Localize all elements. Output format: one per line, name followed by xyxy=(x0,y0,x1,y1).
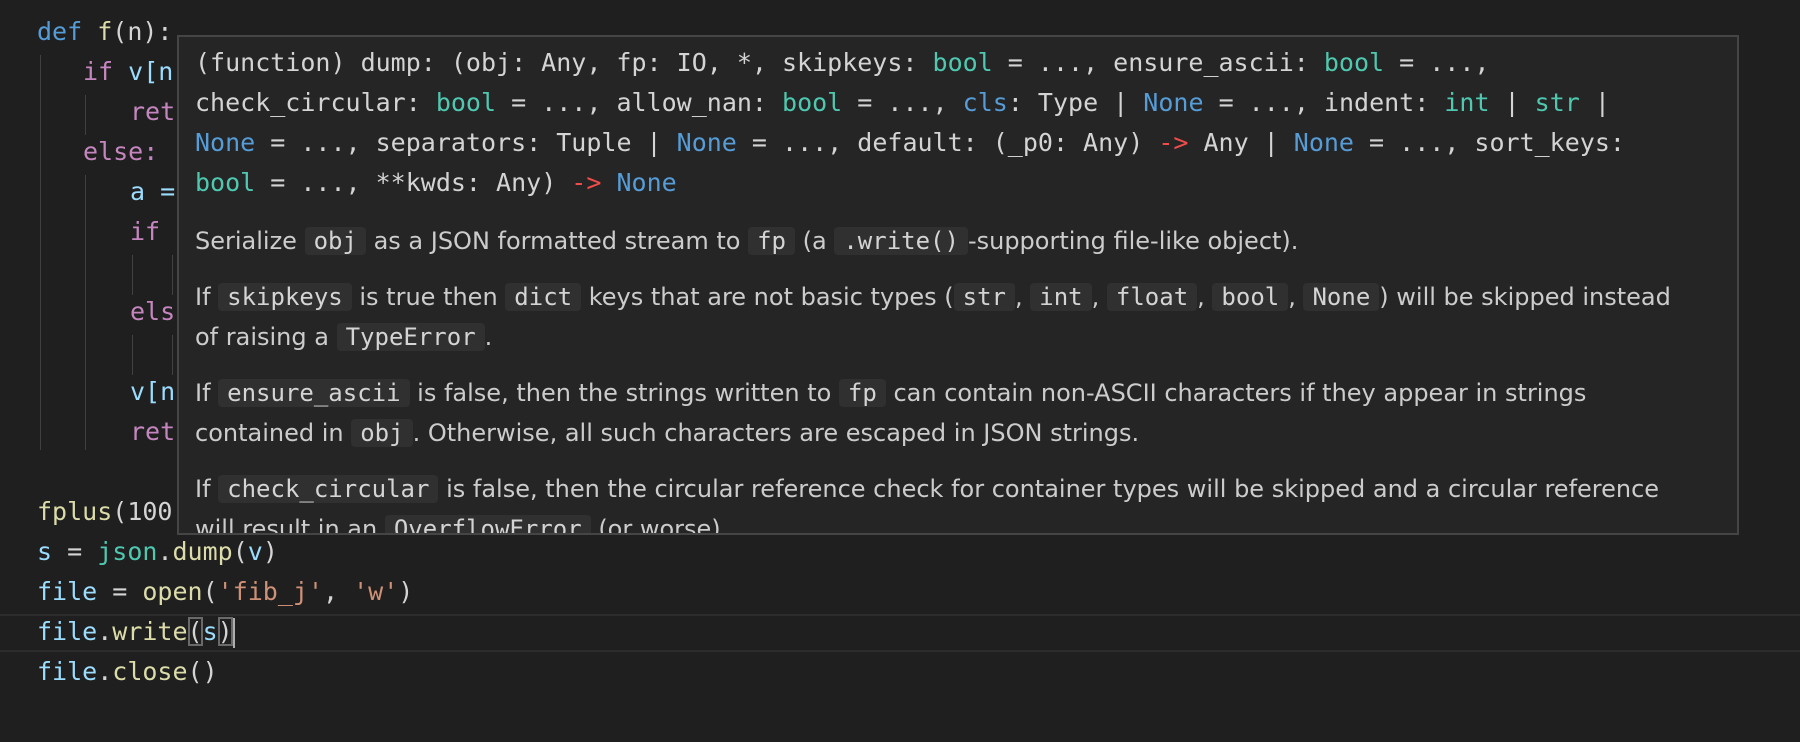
indent-guide xyxy=(132,255,133,295)
function-signature: (function) dump: (obj: Any, fp: IO, *, s… xyxy=(195,48,1625,197)
code-line[interactable]: s = json.dump(v) xyxy=(37,532,278,572)
code-line[interactable]: v[n xyxy=(130,372,175,412)
code-line[interactable]: ret xyxy=(130,92,175,132)
doc-paragraph: If skipkeys is true then dict keys that … xyxy=(195,283,1671,351)
indent-guide xyxy=(172,255,173,295)
indent-guide xyxy=(85,175,86,450)
indent-guide xyxy=(85,95,86,135)
hover-tooltip[interactable]: (function) dump: (obj: Any, fp: IO, *, s… xyxy=(177,35,1739,535)
indent-guide xyxy=(172,335,173,375)
code-line[interactable]: a = xyxy=(130,172,175,212)
code-line[interactable]: if v[n xyxy=(83,52,173,92)
code-line[interactable]: els xyxy=(130,292,175,332)
doc-paragraph: If ensure_ascii is false, then the strin… xyxy=(195,379,1587,447)
indent-guide xyxy=(40,55,41,450)
code-line[interactable]: if xyxy=(130,212,160,252)
code-line[interactable]: file = open('fib_j', 'w') xyxy=(37,572,413,612)
code-line[interactable]: def f(n): xyxy=(37,12,173,52)
indent-guide xyxy=(132,335,133,375)
doc-paragraph: Serialize obj as a JSON formatted stream… xyxy=(195,227,1299,255)
current-line-highlight xyxy=(0,614,1800,652)
doc-paragraph: If check_circular is false, then the cir… xyxy=(195,469,1725,533)
code-line[interactable]: else: xyxy=(83,132,158,172)
code-line[interactable]: fplus(100 xyxy=(37,492,172,532)
code-line[interactable]: file.close() xyxy=(37,652,218,692)
code-line[interactable]: ret xyxy=(130,412,175,452)
matching-bracket: ( xyxy=(187,617,203,646)
code-line-current[interactable]: file.write(s) xyxy=(37,612,235,652)
matching-bracket: ) xyxy=(217,617,233,646)
text-cursor xyxy=(232,618,235,648)
hovered-symbol[interactable]: dump xyxy=(173,537,233,566)
